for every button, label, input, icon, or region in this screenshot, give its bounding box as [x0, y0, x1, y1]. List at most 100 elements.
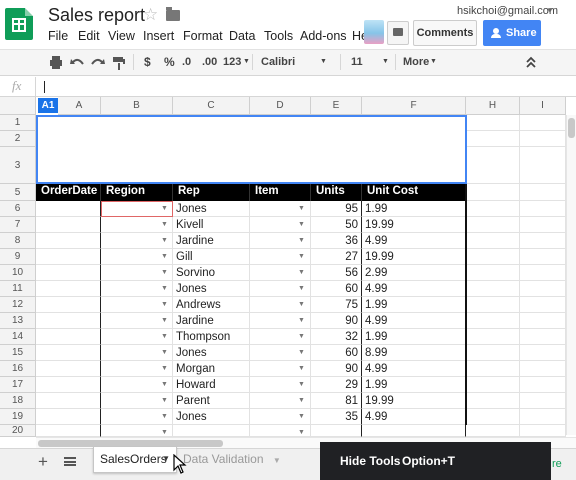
grid-cell[interactable]	[520, 115, 566, 131]
formula-input[interactable]	[35, 77, 576, 96]
grid-cell[interactable]	[520, 265, 566, 281]
dropdown-caret-icon[interactable]: ▼	[161, 413, 168, 420]
table-cell[interactable]: 50	[311, 217, 362, 233]
menu-format[interactable]: Format	[183, 29, 223, 43]
horizontal-scroll-thumb[interactable]	[38, 440, 223, 447]
table-header-cell[interactable]: Region	[101, 184, 173, 201]
grid-cell[interactable]	[520, 345, 566, 361]
grid-cell[interactable]	[520, 201, 566, 217]
menu-addons[interactable]: Add-ons	[300, 29, 347, 43]
document-title[interactable]: Sales report	[48, 5, 145, 26]
table-cell[interactable]: 95	[311, 201, 362, 217]
print-icon[interactable]	[48, 55, 64, 71]
grid-cell[interactable]	[520, 377, 566, 393]
table-cell[interactable]: 27	[311, 249, 362, 265]
dropdown-caret-icon[interactable]: ▼	[298, 365, 305, 372]
table-cell[interactable]: 36	[311, 233, 362, 249]
row-header[interactable]: 17	[0, 377, 36, 393]
menu-tools[interactable]: Tools	[264, 29, 293, 43]
collapse-icon[interactable]	[525, 55, 537, 71]
grid-cell[interactable]	[466, 201, 520, 217]
dropdown-caret-icon[interactable]: ▼	[161, 205, 168, 212]
table-cell[interactable]	[362, 425, 466, 437]
user-email[interactable]: hsikchoi@gmail.com	[457, 5, 558, 17]
table-cell[interactable]: Sorvino	[173, 265, 250, 281]
dropdown-caret-icon[interactable]: ▼	[298, 429, 305, 436]
dropdown-caret-icon[interactable]: ▼	[298, 413, 305, 420]
dropdown-caret-icon[interactable]: ▼	[298, 205, 305, 212]
dropdown-caret-icon[interactable]: ▼	[298, 221, 305, 228]
sheet-tab-data-validation[interactable]: Data Validation ▼	[181, 447, 281, 473]
account-caret-icon[interactable]: ▼	[546, 6, 554, 15]
row-header[interactable]: 16	[0, 361, 36, 377]
column-header-a[interactable]: A	[58, 97, 101, 115]
table-header-cell[interactable]: OrderDate	[36, 184, 101, 201]
dropdown-caret-icon[interactable]: ▼	[161, 349, 168, 356]
grid-cell[interactable]	[466, 249, 520, 265]
row-header[interactable]: 1	[0, 115, 36, 131]
column-header-d[interactable]: D	[250, 97, 311, 115]
dropdown-caret-icon[interactable]: ▼	[298, 253, 305, 260]
table-header-cell[interactable]: Unit Cost	[362, 184, 466, 201]
percent-format-button[interactable]: %	[164, 53, 175, 71]
selected-range[interactable]	[36, 115, 467, 184]
grid-cell[interactable]	[520, 147, 566, 184]
grid-cell[interactable]	[466, 115, 520, 131]
table-cell[interactable]: Jardine	[173, 233, 250, 249]
grid-cell[interactable]	[466, 297, 520, 313]
table-cell[interactable]: Andrews	[173, 297, 250, 313]
row-header[interactable]: 3	[0, 147, 36, 184]
dropdown-caret-icon[interactable]: ▼	[298, 349, 305, 356]
row-header[interactable]: 9	[0, 249, 36, 265]
table-cell[interactable]	[311, 425, 362, 437]
table-cell[interactable]	[173, 425, 250, 437]
table-cell[interactable]: 4.99	[362, 361, 466, 377]
dropdown-caret-icon[interactable]: ▼	[161, 333, 168, 340]
grid-cell[interactable]	[520, 361, 566, 377]
table-cell[interactable]	[36, 345, 101, 361]
vertical-scroll-thumb[interactable]	[568, 118, 575, 138]
table-cell[interactable]: 60	[311, 281, 362, 297]
dropdown-caret-icon[interactable]: ▼	[161, 429, 168, 436]
number-format-button[interactable]: 123	[223, 53, 241, 71]
more-caret-icon[interactable]: ▼	[430, 53, 437, 71]
grid-cell[interactable]	[520, 393, 566, 409]
sheet-tab-caret-icon[interactable]: ▼	[273, 456, 281, 465]
menu-view[interactable]: View	[108, 29, 135, 43]
table-cell[interactable]	[36, 377, 101, 393]
table-header-cell[interactable]: Item	[250, 184, 311, 201]
row-header[interactable]: 2	[0, 131, 36, 147]
grid-cell[interactable]	[520, 409, 566, 425]
dropdown-caret-icon[interactable]: ▼	[298, 301, 305, 308]
decrease-decimals-button[interactable]: .0	[182, 53, 191, 71]
column-header-b[interactable]: B	[101, 97, 173, 115]
grid-cell[interactable]	[466, 131, 520, 147]
font-size-select[interactable]: 11	[351, 53, 363, 71]
grid-cell[interactable]	[466, 345, 520, 361]
dropdown-caret-icon[interactable]: ▼	[298, 381, 305, 388]
row-header[interactable]: 8	[0, 233, 36, 249]
table-cell[interactable]	[36, 409, 101, 425]
table-cell[interactable]	[36, 233, 101, 249]
grid-cell[interactable]	[466, 217, 520, 233]
table-cell[interactable]: 4.99	[362, 281, 466, 297]
sheets-logo-icon[interactable]	[5, 8, 33, 40]
dropdown-caret-icon[interactable]: ▼	[298, 397, 305, 404]
table-cell[interactable]: 19.99	[362, 249, 466, 265]
font-caret-icon[interactable]: ▼	[320, 53, 327, 71]
table-cell[interactable]	[36, 361, 101, 377]
grid-cell[interactable]	[520, 329, 566, 345]
font-family-select[interactable]: Calibri	[261, 53, 295, 71]
grid-cell[interactable]	[520, 184, 566, 201]
paint-format-icon[interactable]	[111, 55, 127, 71]
grid-cell[interactable]	[466, 393, 520, 409]
grid-cell[interactable]	[466, 329, 520, 345]
column-header-c[interactable]: C	[173, 97, 250, 115]
sheet-tab-salesorders[interactable]: SalesOrders ▼	[93, 447, 177, 473]
grid-cell[interactable]	[466, 425, 520, 437]
table-cell[interactable]: 35	[311, 409, 362, 425]
table-cell[interactable]: 90	[311, 361, 362, 377]
star-icon[interactable]: ☆	[143, 5, 158, 25]
grid-cell[interactable]	[520, 217, 566, 233]
column-header-h[interactable]: H	[466, 97, 520, 115]
